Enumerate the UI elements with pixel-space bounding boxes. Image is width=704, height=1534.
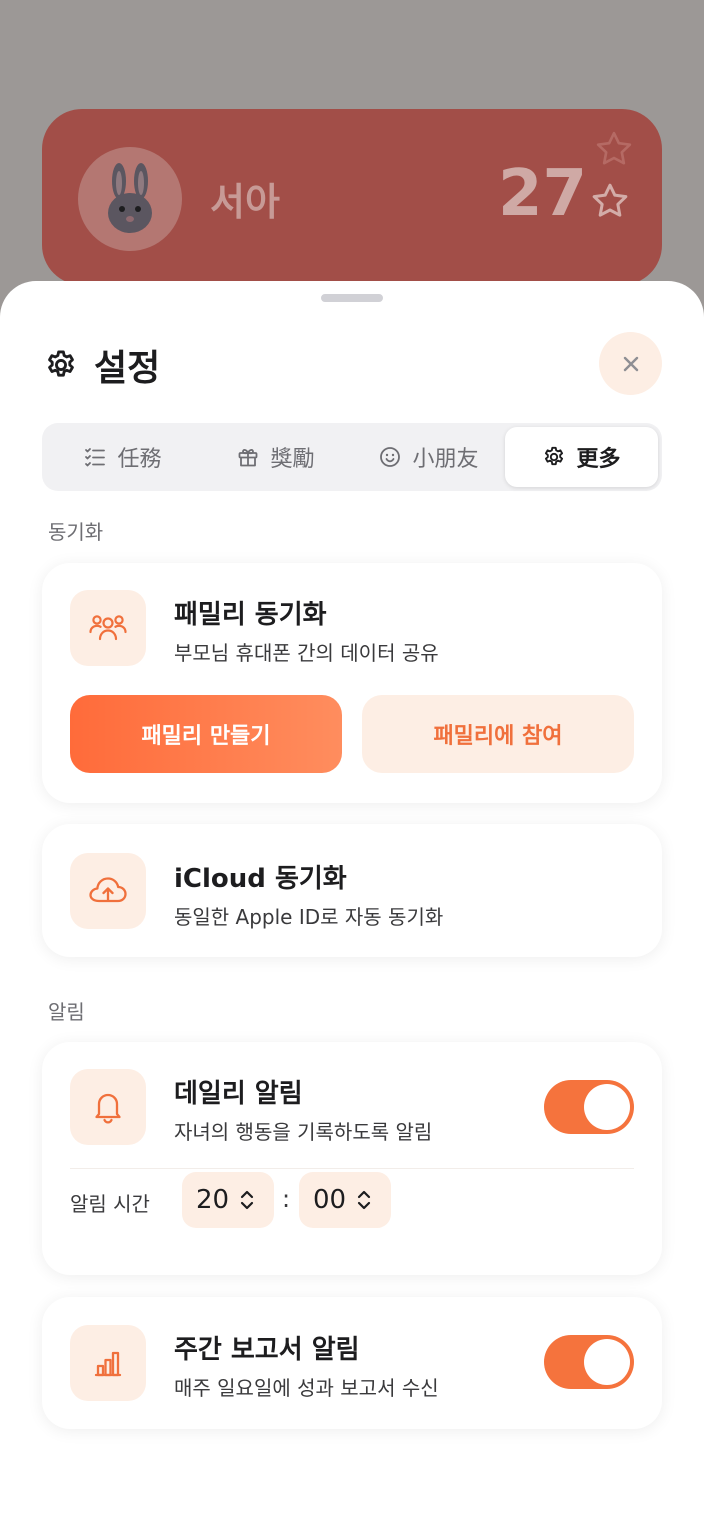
- card-title: iCloud 동기화: [174, 864, 347, 894]
- toggle-knob: [584, 1339, 630, 1385]
- avatar: [78, 147, 182, 251]
- chart-icon-tile: [70, 1325, 146, 1401]
- profile-card: 서아 27: [42, 109, 662, 285]
- gear-icon: [545, 446, 564, 466]
- sheet-grabber[interactable]: [321, 294, 383, 302]
- tab-label: 小朋友: [412, 447, 479, 472]
- divider: [70, 1168, 634, 1169]
- weekly-report-card: 주간 보고서 알림 매주 일요일에 성과 보고서 수신: [42, 1297, 662, 1429]
- section-label-notifications: 알림: [48, 1000, 85, 1024]
- settings-sheet: 설정 任務 獎勵 小朋友 更多 동기화 패밀리 동기화 부모님 휴대폰 간의 데…: [0, 281, 704, 1534]
- create-family-button[interactable]: 패밀리 만들기: [70, 695, 342, 773]
- card-title: 데일리 알림: [174, 1079, 303, 1109]
- tab-label: 獎勵: [270, 447, 315, 472]
- join-family-button[interactable]: 패밀리에 참여: [362, 695, 634, 773]
- sheet-header: 설정: [44, 339, 160, 391]
- cloud-upload-icon: [89, 877, 127, 903]
- hour-picker[interactable]: 20: [182, 1172, 274, 1228]
- gift-icon: [239, 449, 258, 467]
- profile-name: 서아: [210, 180, 280, 224]
- family-sync-card: 패밀리 동기화 부모님 휴대폰 간의 데이터 공유 패밀리 만들기 패밀리에 참…: [42, 563, 662, 803]
- tab-label: 更多: [576, 447, 621, 472]
- hour-value: 20: [196, 1185, 230, 1215]
- card-subtitle: 매주 일요일에 성과 보고서 수신: [174, 1376, 439, 1400]
- card-title: 주간 보고서 알림: [174, 1335, 360, 1365]
- chevron-up-down-icon: [240, 1190, 254, 1210]
- weekly-report-toggle[interactable]: [544, 1335, 634, 1389]
- star-icon: [592, 183, 628, 217]
- minute-picker[interactable]: 00: [299, 1172, 391, 1228]
- icloud-sync-card[interactable]: iCloud 동기화 동일한 Apple ID로 자동 동기화: [42, 824, 662, 957]
- checklist-icon: [85, 448, 106, 467]
- profile-score: 27: [498, 157, 588, 231]
- sheet-title: 설정: [94, 348, 161, 389]
- tab-rewards[interactable]: 獎勵: [199, 427, 352, 487]
- cloud-icon-tile: [70, 853, 146, 929]
- star-icon: [596, 131, 632, 165]
- toggle-knob: [584, 1084, 630, 1130]
- time-separator: :: [282, 1185, 291, 1213]
- smile-icon: [380, 447, 401, 467]
- tab-more[interactable]: 更多: [505, 427, 658, 487]
- close-button[interactable]: [599, 332, 662, 395]
- tab-tasks[interactable]: 任務: [46, 427, 199, 487]
- card-subtitle: 동일한 Apple ID로 자동 동기화: [174, 905, 444, 929]
- family-icon: [89, 615, 127, 641]
- close-icon: [623, 356, 638, 371]
- card-subtitle: 부모님 휴대폰 간의 데이터 공유: [174, 641, 439, 665]
- bar-chart-icon: [94, 1351, 122, 1377]
- section-label-sync: 동기화: [48, 520, 104, 544]
- bell-icon: [95, 1093, 121, 1124]
- minute-value: 00: [313, 1185, 347, 1215]
- tab-label: 任務: [117, 447, 162, 472]
- daily-notification-card: 데일리 알림 자녀의 행동을 기록하도록 알림 알림 시간 20 : 00: [42, 1042, 662, 1275]
- gear-icon: [48, 350, 74, 377]
- daily-notification-toggle[interactable]: [544, 1080, 634, 1134]
- rabbit-icon: [108, 163, 152, 233]
- bell-icon-tile: [70, 1069, 146, 1145]
- tab-kids[interactable]: 小朋友: [352, 427, 505, 487]
- card-subtitle: 자녀의 행동을 기록하도록 알림: [174, 1120, 433, 1144]
- family-icon-tile: [70, 590, 146, 666]
- segmented-tabs: 任務 獎勵 小朋友 更多: [42, 423, 662, 491]
- card-title: 패밀리 동기화: [174, 600, 327, 630]
- chevron-up-down-icon: [357, 1190, 371, 1210]
- time-label: 알림 시간: [70, 1192, 150, 1216]
